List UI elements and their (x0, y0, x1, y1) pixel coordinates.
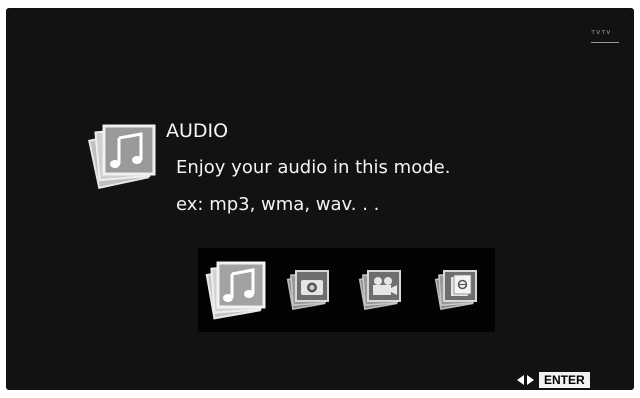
video-mode-button[interactable] (358, 268, 404, 312)
brand-logo: ᴛᴠᴛᴠ (591, 28, 612, 36)
media-mode-screen: ᴛᴠᴛᴠ AUDIO Enjoy your audio in this mode… (6, 8, 634, 390)
arrow-right-icon (527, 375, 534, 385)
audio-mode-button[interactable] (204, 258, 270, 320)
mode-description: Enjoy your audio in this mode. (176, 157, 451, 178)
mode-examples: ex: mp3, wma, wav. . . (176, 194, 380, 215)
enter-key-label: ENTER (539, 372, 590, 388)
video-camera-icon (358, 270, 401, 310)
ebook-mode-button[interactable] (434, 268, 480, 312)
mode-selector-bar (198, 248, 495, 332)
arrow-left-icon (517, 375, 524, 385)
navigation-hint: ENTER (517, 372, 590, 388)
photo-camera-icon (286, 270, 329, 310)
mode-title: AUDIO (166, 120, 229, 142)
ebook-icon (434, 270, 477, 310)
brand-logo-underline (591, 42, 619, 43)
photo-mode-button[interactable] (286, 268, 332, 312)
music-note-icon (205, 261, 266, 320)
audio-mode-large-icon (84, 120, 164, 190)
